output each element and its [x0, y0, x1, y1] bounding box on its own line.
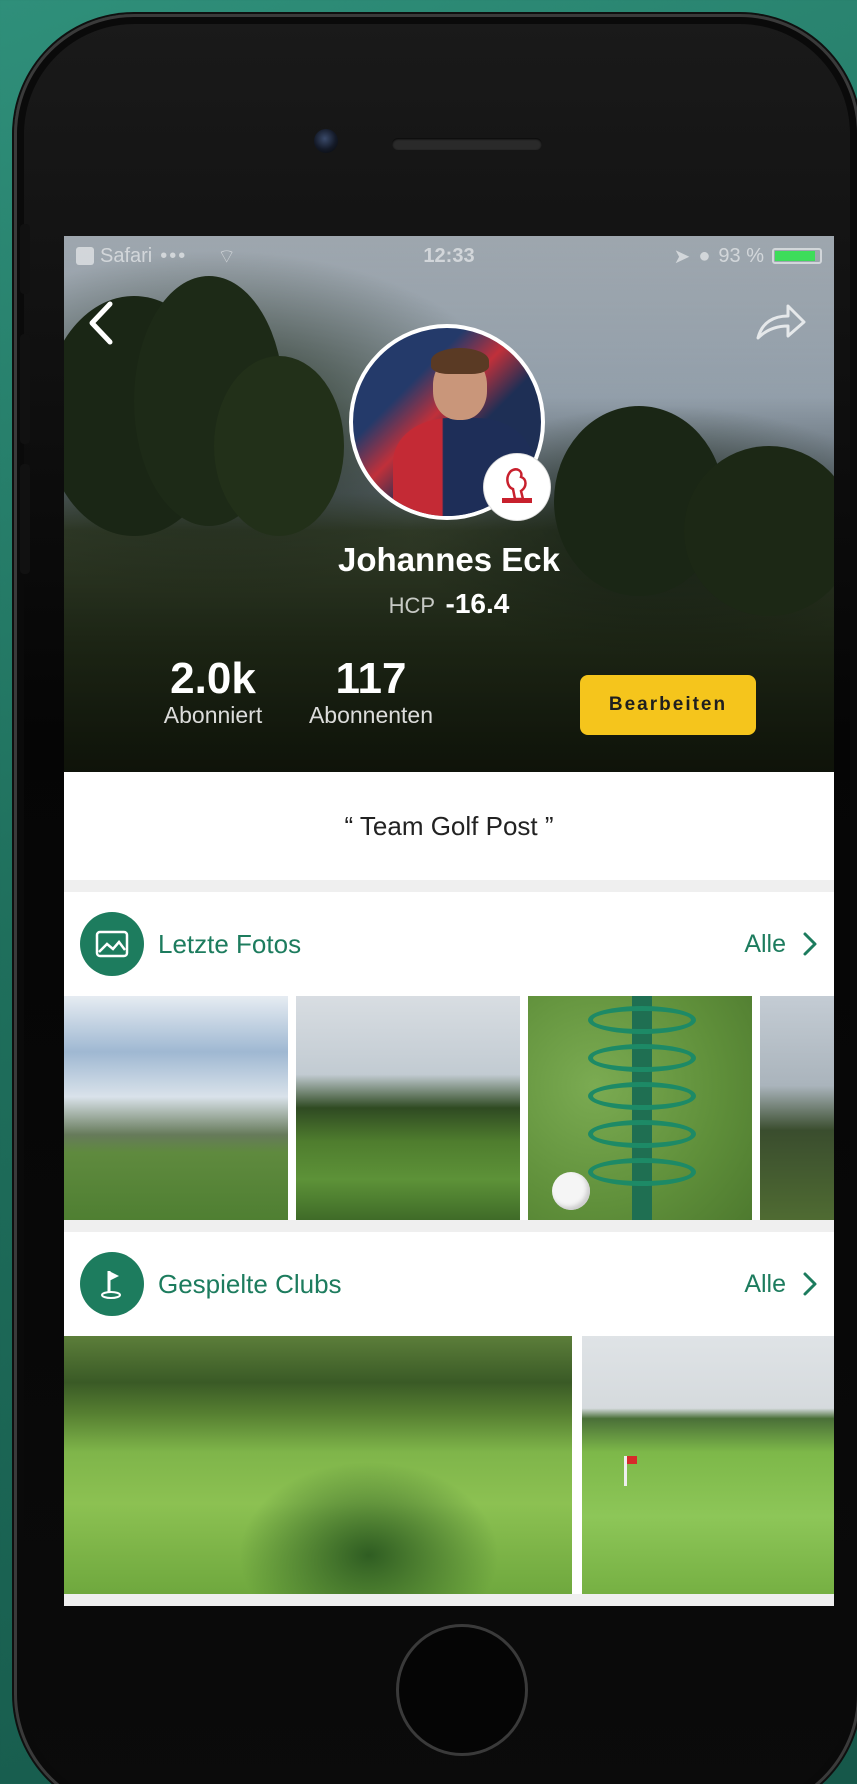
- club-card[interactable]: [64, 1336, 572, 1594]
- played-clubs-title: Gespielte Clubs: [158, 1268, 342, 1299]
- spiral-ring: [588, 1120, 696, 1148]
- stat-followers[interactable]: 117 Abonnenten: [286, 656, 456, 729]
- chevron-left-icon: [89, 301, 113, 345]
- recent-photos-all-link[interactable]: Alle: [744, 930, 818, 959]
- edit-profile-button[interactable]: Bearbeiten: [580, 675, 756, 735]
- volume-down-button: [20, 464, 30, 574]
- app-screen: Safari ••• ⌔ 12:33 ➤ ● 93 % Johannes Eck…: [64, 236, 834, 1606]
- club-badge: [484, 454, 550, 520]
- club-card[interactable]: [582, 1336, 834, 1594]
- recent-photos-title: Letzte Fotos: [158, 928, 302, 959]
- photo-thumbnail[interactable]: [528, 996, 752, 1220]
- recent-photos-header: Letzte Fotos Alle: [64, 892, 834, 996]
- stat-followers-label: Abonnenten: [308, 702, 434, 728]
- back-button[interactable]: [82, 298, 122, 348]
- club-strip: [64, 1336, 834, 1594]
- status-time: 12:33: [423, 244, 475, 267]
- stat-following-value: 2.0k: [170, 654, 256, 703]
- chevron-right-icon: [803, 932, 817, 956]
- profile-header: Safari ••• ⌔ 12:33 ➤ ● 93 % Johannes Eck…: [64, 236, 834, 772]
- speaker-grille: [392, 138, 542, 150]
- played-clubs-header: Gespielte Clubs Alle: [64, 1232, 834, 1336]
- profile-name: Johannes Eck: [338, 541, 560, 578]
- spiral-ring: [588, 1006, 696, 1034]
- golf-ball: [552, 1172, 590, 1210]
- photo-thumbnail[interactable]: [760, 996, 834, 1220]
- golf-flag-icon: [80, 1252, 144, 1316]
- photo-thumbnail[interactable]: [296, 996, 520, 1220]
- spiral-ring: [588, 1082, 696, 1110]
- photo-strip: [64, 996, 834, 1220]
- stat-followers-value: 117: [335, 654, 407, 703]
- stat-following[interactable]: 2.0k Abonniert: [138, 656, 288, 729]
- hcp-value: -16.4: [445, 588, 510, 619]
- spiral-ring: [588, 1158, 696, 1186]
- status-bar: Safari ••• ⌔ 12:33 ➤ ● 93 %: [64, 236, 834, 276]
- photo-thumbnail[interactable]: [64, 996, 288, 1220]
- chevron-right-icon: [803, 1272, 817, 1296]
- mute-switch: [20, 224, 30, 294]
- stat-following-label: Abonniert: [163, 702, 263, 728]
- badge-stripe: [502, 498, 532, 503]
- recent-photos-section: Letzte Fotos Alle: [64, 892, 834, 1220]
- recent-photos-all-label: Alle: [744, 929, 786, 958]
- played-clubs-all-link[interactable]: Alle: [744, 1270, 818, 1299]
- played-clubs-section: Gespielte Clubs Alle: [64, 1232, 834, 1594]
- share-button[interactable]: [752, 298, 808, 348]
- volume-up-button: [20, 334, 30, 444]
- spiral-ring: [588, 1044, 696, 1072]
- played-clubs-all-label: Alle: [744, 1269, 786, 1298]
- avatar-hair: [431, 348, 489, 374]
- pin-flag: [624, 1456, 637, 1486]
- profile-motto: “ Team Golf Post ”: [64, 772, 834, 880]
- home-button[interactable]: [396, 1624, 528, 1756]
- front-camera: [314, 129, 338, 153]
- share-arrow-icon: [756, 304, 806, 340]
- photo-icon: [80, 912, 144, 976]
- hcp-label: HCP: [388, 593, 436, 618]
- handicap: HCP -16.4: [64, 588, 834, 620]
- tree-left-3: [214, 356, 344, 536]
